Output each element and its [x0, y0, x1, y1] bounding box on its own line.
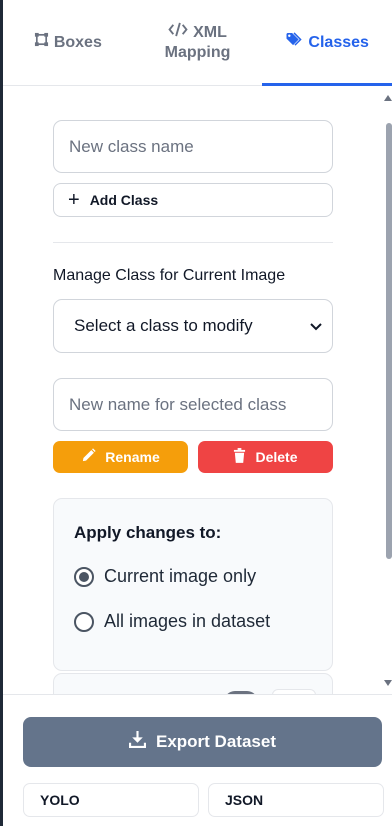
scroll-up-arrow-icon[interactable] [384, 95, 392, 101]
chevron-down-icon [310, 316, 322, 336]
tab-classes-label: Classes [308, 33, 369, 51]
delete-label: Delete [255, 449, 298, 465]
manage-class-title: Manage Class for Current Image [53, 267, 286, 284]
download-icon [129, 731, 146, 753]
radio-all-images[interactable]: All images in dataset [74, 611, 270, 632]
class-action-buttons: Rename Delete [53, 441, 333, 473]
pencil-icon [81, 448, 96, 466]
export-dataset-button[interactable]: Export Dataset [23, 717, 382, 767]
tags-icon [285, 32, 303, 53]
delete-button[interactable]: Delete [198, 441, 333, 473]
tab-boxes-label: Boxes [53, 33, 102, 51]
radio-circle[interactable] [74, 611, 94, 632]
apply-scope-box: Apply changes to: Current image only All… [53, 498, 333, 671]
rename-class-input[interactable] [53, 378, 333, 431]
divider [53, 242, 333, 243]
scrollbar-thumb[interactable] [386, 123, 392, 559]
tab-xml-mapping[interactable]: XML Mapping [133, 0, 263, 85]
classes-panel: + Add Class Manage Class for Current Ima… [3, 87, 392, 694]
add-class-label: Add Class [89, 192, 159, 208]
radio-circle[interactable] [74, 566, 94, 587]
format-json-button[interactable]: JSON [208, 783, 384, 817]
trash-icon [233, 448, 246, 466]
apply-scope-title: Apply changes to: [74, 523, 222, 542]
radio-all-images-label: All images in dataset [104, 611, 271, 631]
radio-current-image-label: Current image only [104, 566, 257, 586]
tab-xml-label-line1: XML [193, 23, 227, 41]
class-select-value: Select a class to modify [74, 316, 253, 335]
radio-current-image[interactable]: Current image only [74, 566, 256, 587]
export-dataset-label: Export Dataset [156, 732, 276, 751]
class-select[interactable]: Select a class to modify [53, 299, 333, 353]
tab-xml-label-line2: Mapping [164, 44, 231, 61]
plus-icon: + [68, 189, 80, 211]
export-footer: Export Dataset YOLO JSON [3, 694, 392, 826]
scroll-down-arrow-icon[interactable] [384, 680, 392, 686]
add-class-button[interactable]: + Add Class [53, 183, 333, 217]
tab-classes[interactable]: Classes [262, 0, 392, 86]
format-yolo-button[interactable]: YOLO [23, 783, 199, 817]
rename-button[interactable]: Rename [53, 441, 188, 473]
class-list-item[interactable] [53, 673, 333, 694]
tab-bar: Boxes XML Mapping Classes [3, 0, 392, 86]
code-icon [168, 22, 188, 43]
rename-label: Rename [105, 449, 160, 465]
bounding-box-icon [34, 32, 49, 53]
scrollbar[interactable] [384, 87, 392, 694]
new-class-input[interactable] [53, 120, 333, 173]
tab-boxes[interactable]: Boxes [3, 0, 133, 85]
